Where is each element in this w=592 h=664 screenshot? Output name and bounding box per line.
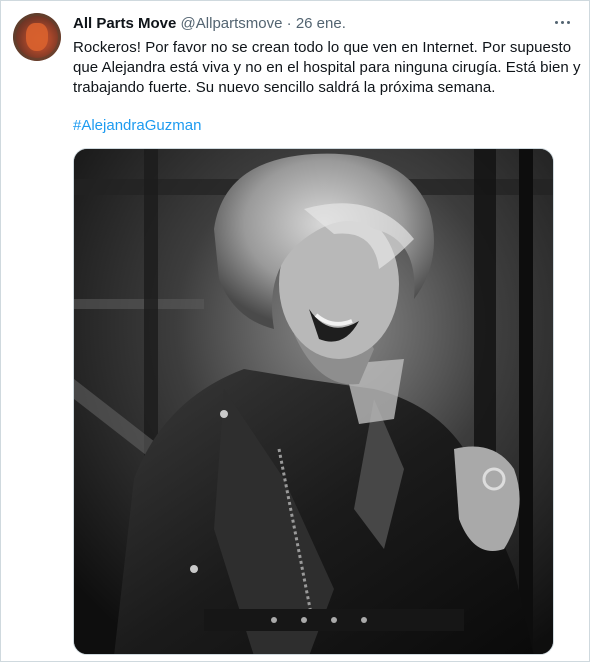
more-dot [566,20,570,24]
photo-image [74,149,553,654]
tweet-text: Rockeros! Por favor no se crean todo lo … [73,38,585,98]
more-dot [560,20,564,24]
more-horizontal-icon [554,20,558,24]
tweet-text-line: Rockeros! Por favor no se crean todo lo … [73,39,572,56]
meta-separator: · [286,15,292,32]
more-options-button[interactable] [551,11,573,33]
hashtag-link[interactable]: #AlejandraGuzman [73,116,201,136]
avatar-ring [13,13,61,61]
tweet-card[interactable]: All Parts Move @Allpartsmove · 26 ene. R… [0,0,590,662]
tweet-header: All Parts Move @Allpartsmove · 26 ene. [73,14,346,34]
avatar[interactable] [13,13,61,61]
tweet-date[interactable]: 26 ene. [296,15,346,32]
author-handle[interactable]: @Allpartsmove [181,15,283,32]
tweet-photo[interactable] [73,148,554,655]
author-name[interactable]: All Parts Move [73,15,176,32]
tweet-text-line: trabajando fuerte. Su nuevo sencillo sal… [73,79,496,96]
tweet-text-line: que Alejandra está viva y no en el hospi… [73,59,581,76]
